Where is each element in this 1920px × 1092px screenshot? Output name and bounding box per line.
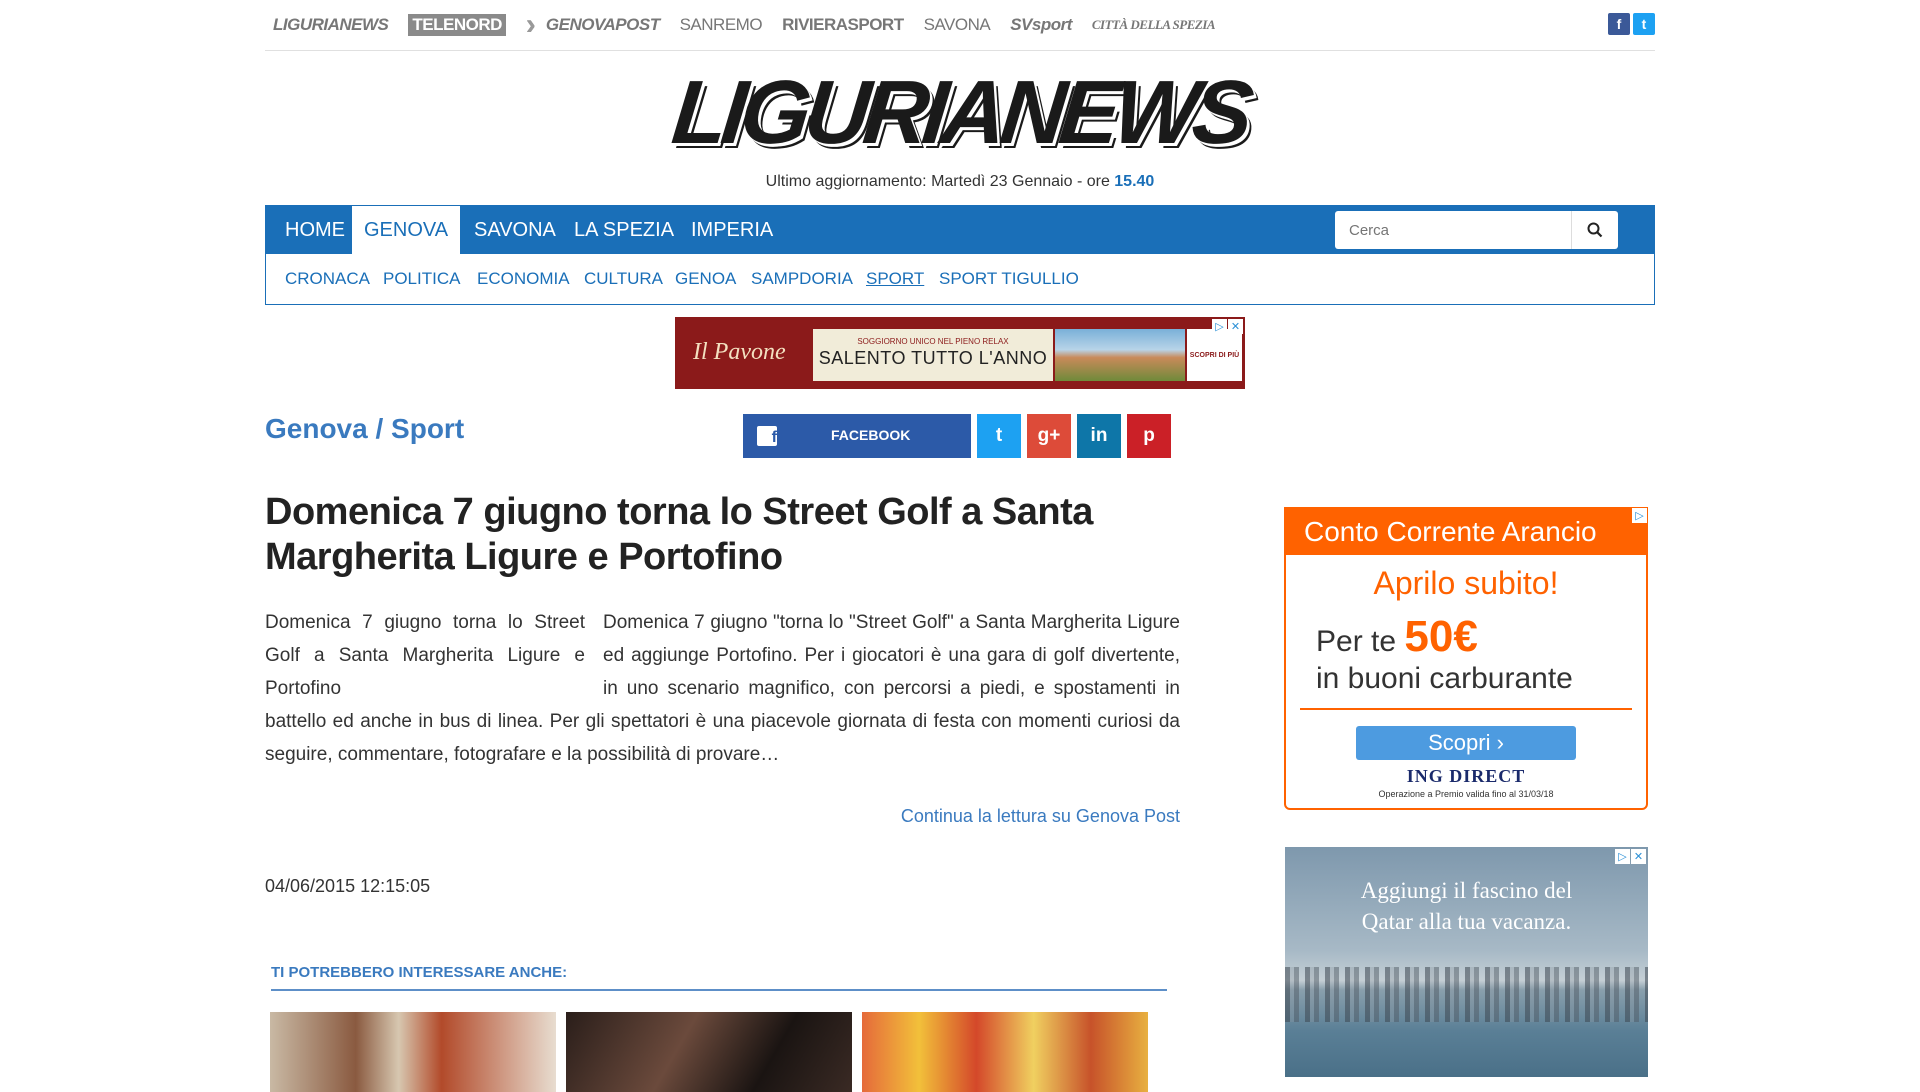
brand-sanremo[interactable]: SANREMO — [680, 15, 763, 35]
brand-liguria-news[interactable]: LIGURIANEWS — [273, 15, 389, 35]
site-logo[interactable]: LIGURIANEWS — [265, 63, 1655, 163]
close-icon[interactable]: ✕ — [1631, 849, 1646, 864]
brand-genova-post[interactable]: GENOVAPOST — [546, 15, 660, 35]
facebook-icon[interactable]: f — [1608, 13, 1630, 35]
side-ad-qatar[interactable]: ▷ ✕ Aggiungi il fascino del Qatar alla tu… — [1285, 847, 1648, 1077]
search-box — [1335, 211, 1618, 249]
nav-genova[interactable]: GENOVA — [352, 206, 461, 254]
subnav-sampdoria[interactable]: SAMPDORIA — [751, 254, 853, 304]
adchoices[interactable]: ▷ ✕ — [1212, 319, 1243, 334]
nav-home[interactable]: HOME — [273, 206, 357, 254]
adchoices[interactable]: ▷ ✕ — [1615, 849, 1646, 864]
twitter-icon[interactable]: t — [1633, 13, 1655, 35]
main-nav: HOME GENOVA SAVONA LA SPEZIA IMPERIA CRO… — [265, 205, 1655, 305]
skyline-image — [1285, 967, 1648, 1022]
nav-la-spezia[interactable]: LA SPEZIA — [562, 206, 686, 254]
nav-savona[interactable]: SAVONA — [462, 206, 568, 254]
facebook-icon: f — [757, 426, 777, 446]
primary-nav: HOME GENOVA SAVONA LA SPEZIA IMPERIA — [266, 206, 1654, 254]
article-image: Domenica 7 giugno torna lo Street Golf a… — [265, 612, 585, 699]
subnav-economia[interactable]: ECONOMIA — [477, 254, 570, 304]
side-ad-amount: 50€ — [1404, 612, 1478, 661]
share-twitter-button[interactable]: t — [977, 414, 1021, 458]
side-ad-fine-print: Operazione a Premio valida fino al 31/03… — [1378, 789, 1554, 799]
article-date: 04/06/2015 12:15:05 — [265, 876, 431, 896]
page: LIGURIANEWS TELENORD ››› GENOVAPOST SANR… — [265, 0, 1655, 1092]
nav-imperia[interactable]: IMPERIA — [679, 206, 785, 254]
banner-ad-brand: Il Pavone — [693, 339, 786, 365]
breadcrumb[interactable]: Genova / Sport — [265, 413, 464, 445]
adchoices-icon[interactable]: ▷ — [1632, 508, 1647, 523]
banner-ad-photo — [1055, 329, 1185, 381]
share-facebook-label: FACEBOOK — [831, 427, 911, 443]
secondary-nav: CRONACA POLITICA ECONOMIA CULTURA GENOA … — [266, 254, 1654, 304]
search-input[interactable] — [1335, 211, 1567, 249]
brand-citta-della-spezia[interactable]: CITTÀ DELLA SPEZIA — [1092, 17, 1216, 33]
banner-ad-tagline: SOGGIORNO UNICO NEL PIENO RELAX — [857, 337, 1009, 346]
read-more-label[interactable]: Continua la lettura su Genova Post — [901, 806, 1180, 826]
logo-text: LIGURIANEWS — [667, 63, 1253, 163]
side-ad-qatar-text: Aggiungi il fascino del Qatar alla tua v… — [1285, 875, 1648, 937]
adchoices-icon[interactable]: ▷ — [1615, 849, 1630, 864]
banner-ad-headline: SALENTO TUTTO L'ANNO — [818, 348, 1048, 368]
subnav-sport[interactable]: SPORT — [866, 254, 924, 304]
brand-savona[interactable]: SAVONA — [924, 15, 991, 35]
subnav-cultura[interactable]: CULTURA — [584, 254, 663, 304]
read-more-link: Continua la lettura su Genova Post — [265, 806, 1180, 827]
banner-ad-message: SOGGIORNO UNICO NEL PIENO RELAX SALENTO … — [813, 329, 1053, 381]
side-ad-line2-prefix: Per te — [1316, 625, 1405, 658]
last-updated: Ultimo aggiornamento: Martedì 23 Gennaio… — [265, 173, 1655, 191]
share-pinterest-button[interactable]: p — [1127, 414, 1171, 458]
brand-sv-sport[interactable]: SVsport — [1010, 15, 1072, 35]
banner-ad-cta[interactable]: SCOPRI DI PIÙ — [1187, 329, 1242, 381]
side-ad-qatar-line1: Aggiungi il fascino del — [1360, 878, 1573, 903]
last-updated-time: 15.40 — [1114, 173, 1155, 190]
adchoices-icon[interactable]: ▷ — [1212, 319, 1227, 334]
side-ad-qatar-line2: Qatar alla tua vacanza. — [1361, 909, 1572, 934]
related-thumbnail[interactable] — [566, 1012, 852, 1092]
adchoices[interactable]: ▷ — [1632, 508, 1647, 523]
share-facebook-button[interactable]: f FACEBOOK — [743, 414, 971, 458]
brand-telenord[interactable]: TELENORD — [408, 14, 506, 36]
close-icon[interactable]: ✕ — [1228, 319, 1243, 334]
share-bar: f FACEBOOK t g+ in p — [743, 414, 1171, 458]
article-body: Domenica 7 giugno torna lo Street Golf a… — [265, 606, 1180, 771]
banner-ad[interactable]: Il Pavone SOGGIORNO UNICO NEL PIENO RELA… — [675, 317, 1245, 389]
chevron-right-icon: › — [1496, 730, 1504, 755]
side-ad-line2: Per te 50€ — [1286, 612, 1646, 662]
search-icon — [1587, 222, 1603, 238]
side-ad-line3: in buoni carburante — [1316, 662, 1573, 695]
network-brands: LIGURIANEWS TELENORD ››› GENOVAPOST SANR… — [273, 10, 1216, 40]
subnav-politica[interactable]: POLITICA — [383, 254, 460, 304]
side-ad-brand: ING DIRECT — [1406, 766, 1526, 786]
related-list — [270, 1012, 1148, 1092]
side-ad-header: Conto Corrente Arancio — [1286, 509, 1646, 555]
side-ad-button[interactable]: Scopri › — [1356, 726, 1576, 760]
last-updated-label: Ultimo aggiornamento: Martedì 23 Gennaio… — [765, 173, 1115, 190]
related-thumbnail[interactable] — [862, 1012, 1148, 1092]
related-thumbnail[interactable] — [270, 1012, 556, 1092]
search-button[interactable] — [1571, 211, 1618, 249]
brand-riviera-sport[interactable]: RIVIERASPORT — [782, 15, 904, 35]
related-heading: TI POTREBBERO INTERESSARE ANCHE: — [271, 964, 1167, 991]
social-top: f t — [1608, 13, 1655, 35]
side-ad-button-label: Scopri — [1428, 730, 1491, 755]
subnav-genoa[interactable]: GENOA — [675, 254, 736, 304]
network-bar: LIGURIANEWS TELENORD ››› GENOVAPOST SANR… — [265, 0, 1655, 51]
side-ad-line1: Aprilo subito! — [1373, 565, 1559, 601]
side-ad-ing[interactable]: ▷ Conto Corrente Arancio Aprilo subito! … — [1284, 507, 1648, 810]
article-title: Domenica 7 giugno torna lo Street Golf a… — [265, 491, 1093, 578]
share-googleplus-button[interactable]: g+ — [1027, 414, 1071, 458]
subnav-sport-tigullio[interactable]: SPORT TIGULLIO — [939, 254, 1079, 304]
subnav-cronaca[interactable]: CRONACA — [285, 254, 370, 304]
share-linkedin-button[interactable]: in — [1077, 414, 1121, 458]
side-ad-divider — [1300, 708, 1632, 710]
